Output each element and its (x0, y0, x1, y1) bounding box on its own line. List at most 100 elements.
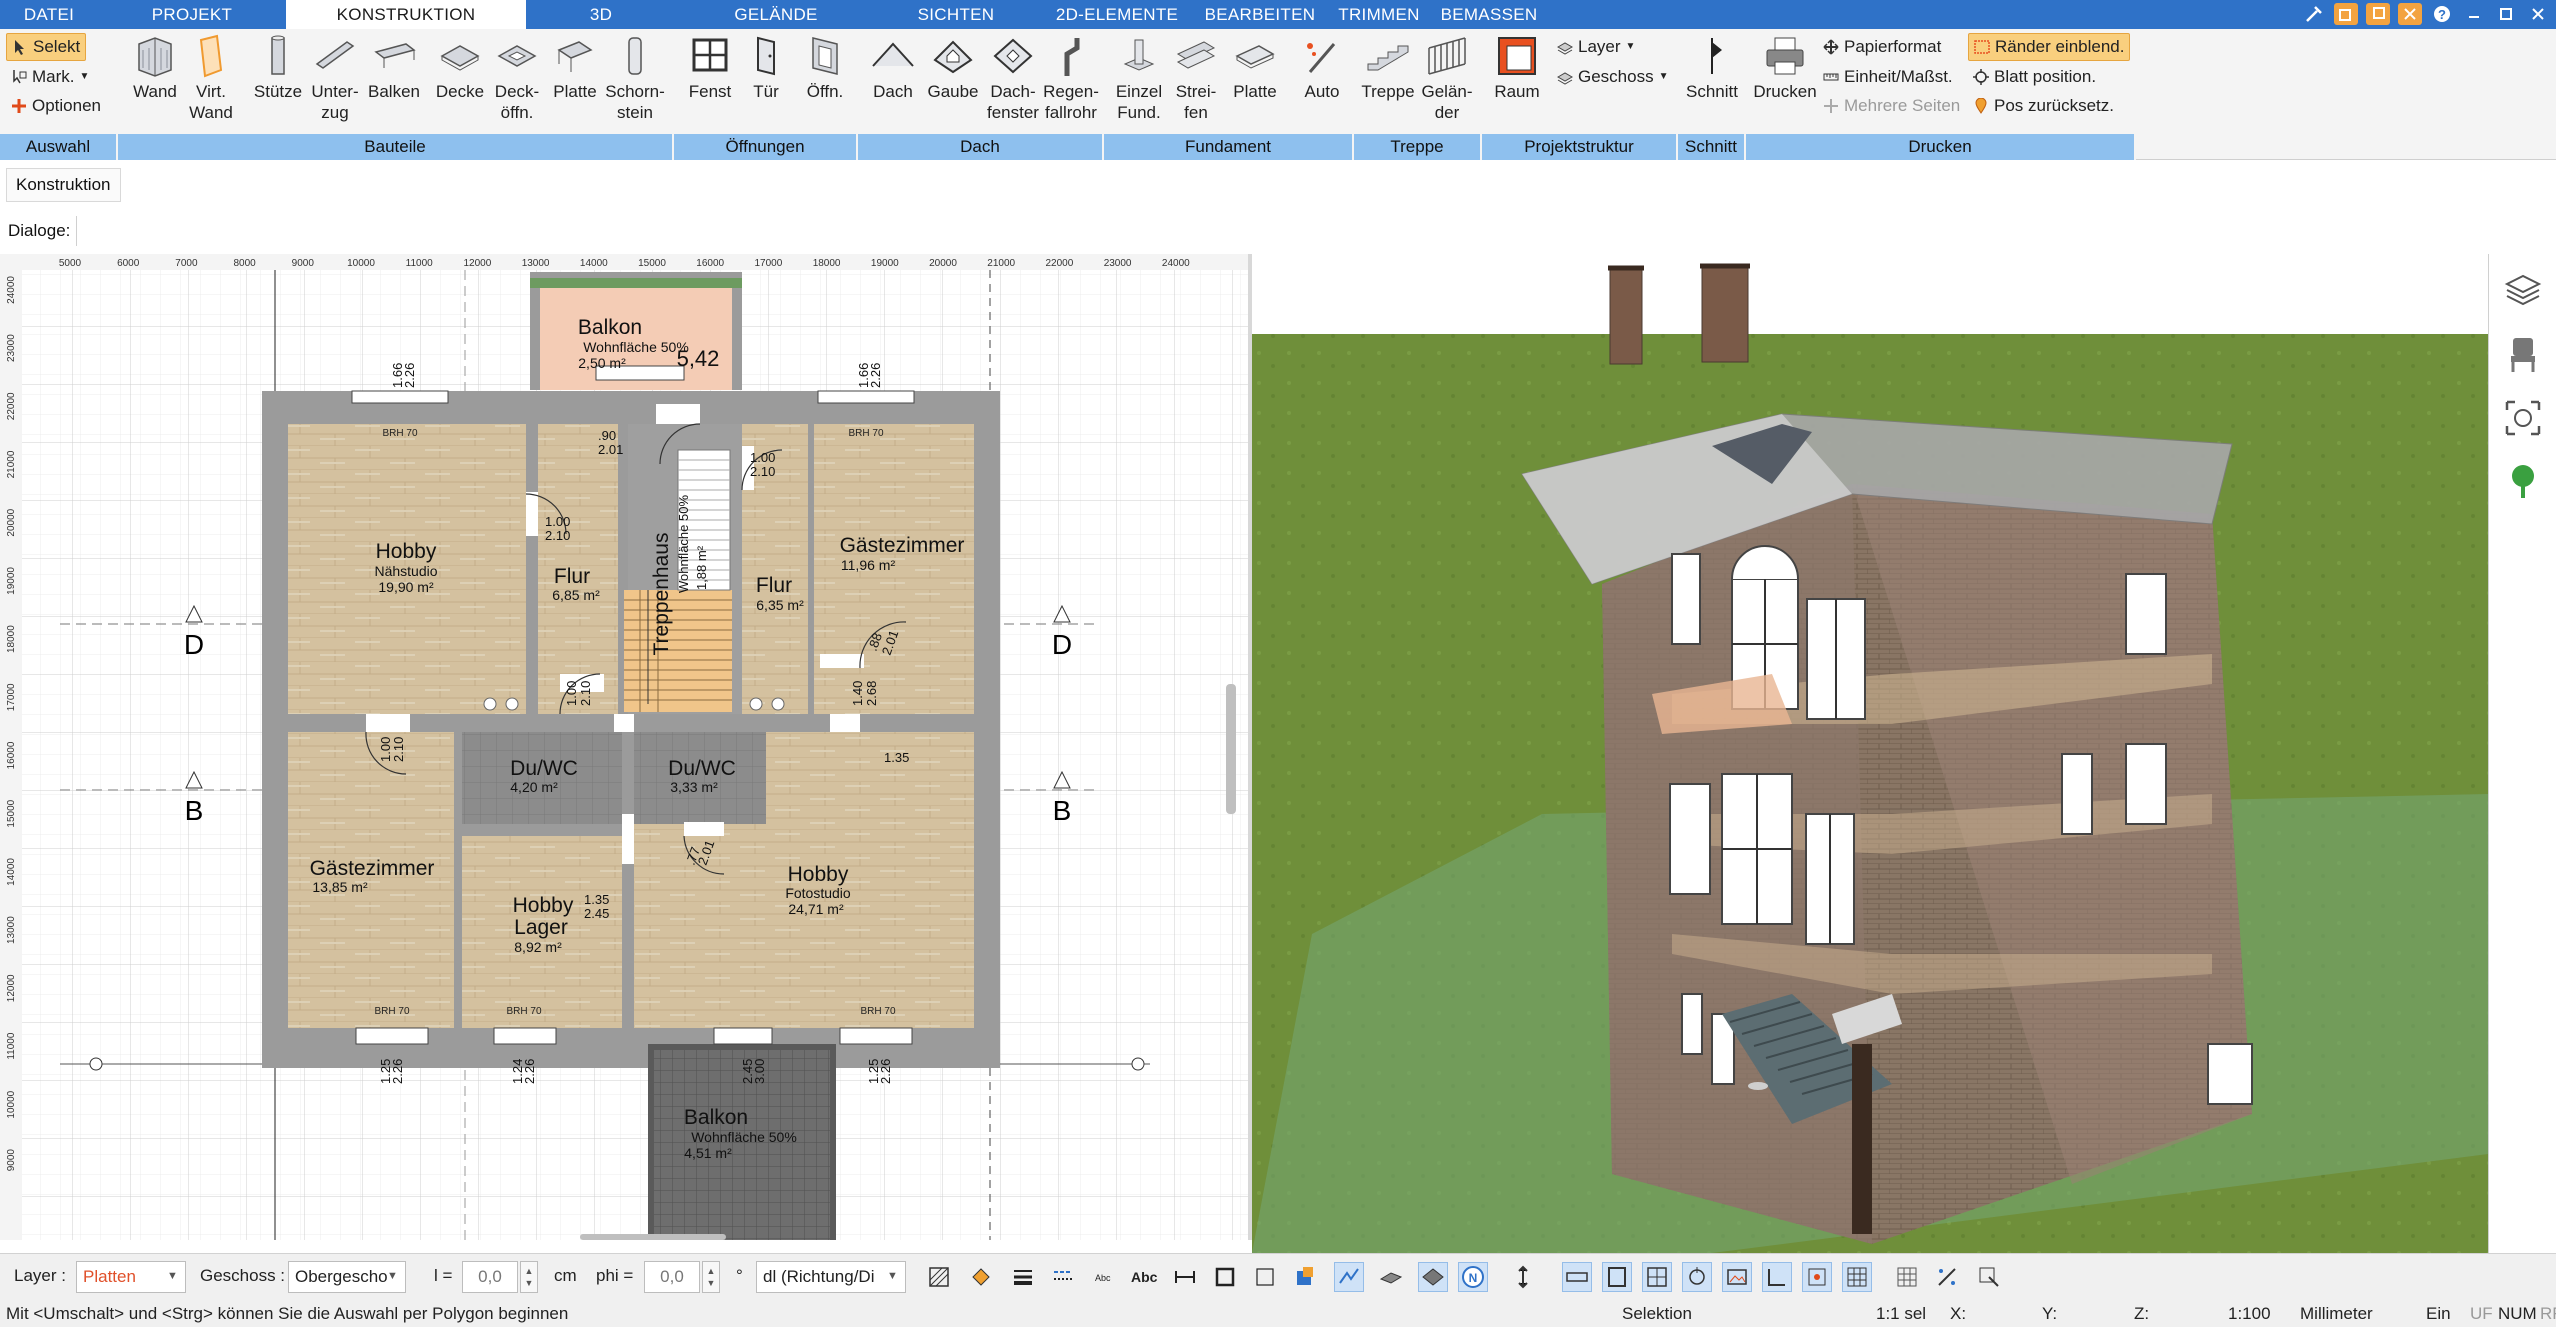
l-stepper[interactable]: ▲ ▼ (520, 1261, 538, 1293)
view-center-icon[interactable] (1802, 1262, 1832, 1292)
3d-view[interactable] (1252, 254, 2488, 1253)
tuer-button[interactable]: Tür (740, 33, 792, 102)
einheit-massst-button[interactable]: Einheit/Maßst. (1818, 63, 1958, 91)
camera-nav-icon[interactable] (2501, 396, 2545, 440)
drucken-button[interactable]: Drucken (1750, 33, 1820, 102)
mark-button[interactable]: Mark. ▼ (6, 63, 94, 91)
tab-sichten[interactable]: SICHTEN (876, 0, 1036, 29)
plan-horizontal-scrollbar[interactable] (580, 1234, 726, 1240)
ruler-y-tick-label: 17000 (6, 683, 17, 711)
blatt-position-button[interactable]: Blatt position. (1968, 63, 2101, 91)
l-input[interactable]: 0,0 (462, 1261, 518, 1293)
layer-dropdown[interactable]: Layer ▼ (1552, 33, 1640, 61)
hatch-icon[interactable] (924, 1262, 954, 1292)
balken-button[interactable]: Balken (364, 33, 424, 102)
line-weight-icon[interactable] (1008, 1262, 1038, 1292)
window-tile-icon[interactable] (2334, 3, 2358, 25)
papierformat-button[interactable]: Papierformat (1818, 33, 1946, 61)
window-close-small-icon[interactable] (2398, 3, 2422, 25)
raender-einblenden-button[interactable]: Ränder einblend. (1968, 33, 2131, 61)
mehrere-seiten-button[interactable]: Mehrere Seiten (1818, 92, 1965, 120)
plan-vertical-scrollbar[interactable] (1226, 684, 1236, 814)
tree-icon[interactable] (2501, 460, 2545, 504)
vertical-arrows-icon[interactable] (1508, 1262, 1538, 1292)
layer-plane-icon[interactable] (1418, 1262, 1448, 1292)
fenst-button[interactable]: Fenst (684, 33, 736, 102)
layers-icon[interactable] (2501, 268, 2545, 312)
view-wall-icon[interactable] (1562, 1262, 1592, 1292)
auto-button[interactable]: Auto (1296, 33, 1348, 102)
tab-2d-elemente[interactable]: 2D-ELEMENTE (1036, 0, 1198, 29)
text-style-icon[interactable]: Abc (1090, 1262, 1120, 1292)
view-frame-icon[interactable] (1602, 1262, 1632, 1292)
tab-trimmen[interactable]: TRIMMEN (1322, 0, 1436, 29)
regenfallrohr-button[interactable]: Regen- fallrohr (1038, 33, 1104, 123)
dimension-icon[interactable] (1170, 1262, 1200, 1292)
stuetze-button[interactable]: Stütze (248, 33, 308, 102)
dach-button[interactable]: Dach (866, 33, 920, 102)
konstruktion-tab[interactable]: Konstruktion (6, 168, 121, 202)
3d-house-canvas[interactable] (1252, 254, 2488, 1253)
text-abc-icon[interactable]: Abc (1130, 1262, 1160, 1292)
pos-zuruecksetzen-button[interactable]: Pos zurücksetz. (1968, 92, 2119, 120)
surface-icon[interactable] (1376, 1262, 1406, 1292)
schnitt-button[interactable]: Schnitt (1682, 33, 1742, 102)
floor-plan-canvas[interactable]: 5000 6000 7000 8000 9000 10000 11000 12000 13000… (0, 254, 1248, 1240)
virt-wand-button[interactable]: Virt. Wand (184, 33, 238, 123)
close-icon[interactable] (2526, 3, 2550, 25)
wand-button[interactable]: Wand (126, 33, 184, 102)
decke-button[interactable]: Decke (432, 33, 488, 102)
geschoss-dropdown[interactable]: Geschoss ▼ (1552, 63, 1674, 91)
streifen-button[interactable]: Strei- fen (1170, 33, 1222, 123)
phi-input[interactable]: 0,0 (644, 1261, 700, 1293)
treppe-button[interactable]: Treppe (1358, 33, 1418, 102)
fill-color-icon[interactable] (966, 1262, 996, 1292)
view-grid-icon[interactable] (1642, 1262, 1672, 1292)
deck-oeffn-button[interactable]: Deck- öffn. (488, 33, 546, 123)
view-corner-icon[interactable] (1762, 1262, 1792, 1292)
line-style-icon[interactable] (1048, 1262, 1078, 1292)
maximize-icon[interactable] (2494, 3, 2518, 25)
dachfenster-button[interactable]: Dach- fenster (982, 33, 1044, 123)
view-image-icon[interactable] (1722, 1262, 1752, 1292)
platte-button[interactable]: Platte (546, 33, 604, 102)
grid-toggle-icon[interactable] (1892, 1262, 1922, 1292)
snap-toggle-icon[interactable] (1932, 1262, 1962, 1292)
layer-select[interactable]: Platten ▼ (76, 1261, 186, 1293)
gelaender-button[interactable]: Gelän- der (1416, 33, 1478, 123)
window-cascade-icon[interactable] (2366, 3, 2390, 25)
geschoss-select[interactable]: Obergescho ▼ (288, 1261, 406, 1293)
north-icon[interactable]: N (1458, 1262, 1488, 1292)
tab-datei[interactable]: DATEI (0, 0, 98, 29)
snap-angle-icon[interactable] (1334, 1262, 1364, 1292)
tab-gelaende[interactable]: GELÄNDE (676, 0, 876, 29)
raum-button[interactable]: Raum (1488, 33, 1546, 102)
minimize-icon[interactable] (2462, 3, 2486, 25)
gaube-button[interactable]: Gaube (926, 33, 980, 102)
help-icon[interactable]: ? (2430, 3, 2454, 25)
optionen-button[interactable]: Optionen (6, 92, 106, 120)
einzel-fund-button[interactable]: Einzel Fund. (1112, 33, 1166, 123)
tab-bemassen[interactable]: BEMASSEN (1436, 0, 1542, 29)
selekt-button[interactable]: Selekt (6, 33, 87, 61)
strip-foundation-icon (1173, 33, 1219, 79)
direction-select[interactable]: dl (Richtung/Di ▼ (756, 1261, 906, 1293)
tab-projekt[interactable]: PROJEKT (98, 0, 286, 29)
phi-stepper[interactable]: ▲ ▼ (702, 1261, 720, 1293)
tools-icon[interactable] (2302, 3, 2326, 25)
pick-toggle-icon[interactable] (1974, 1262, 2004, 1292)
view-rotate-icon[interactable] (1682, 1262, 1712, 1292)
unterzug-button[interactable]: Unter- zug (306, 33, 364, 123)
tab-konstruktion[interactable]: KONSTRUKTION (286, 0, 526, 29)
schornstein-button[interactable]: Schorn- stein (604, 33, 666, 123)
oeffn-button[interactable]: Öffn. (798, 33, 852, 102)
frame-thin-icon[interactable] (1250, 1262, 1280, 1292)
color-cube-icon[interactable] (1290, 1262, 1320, 1292)
floor-plan-view[interactable]: 5000 6000 7000 8000 9000 10000 11000 12000 13000… (0, 254, 1252, 1240)
platte2-button[interactable]: Platte (1226, 33, 1284, 102)
furniture-chair-icon[interactable] (2501, 332, 2545, 376)
tab-bearbeiten[interactable]: BEARBEITEN (1198, 0, 1322, 29)
view-table-icon[interactable] (1842, 1262, 1872, 1292)
tab-3d[interactable]: 3D (526, 0, 676, 29)
frame-icon[interactable] (1210, 1262, 1240, 1292)
